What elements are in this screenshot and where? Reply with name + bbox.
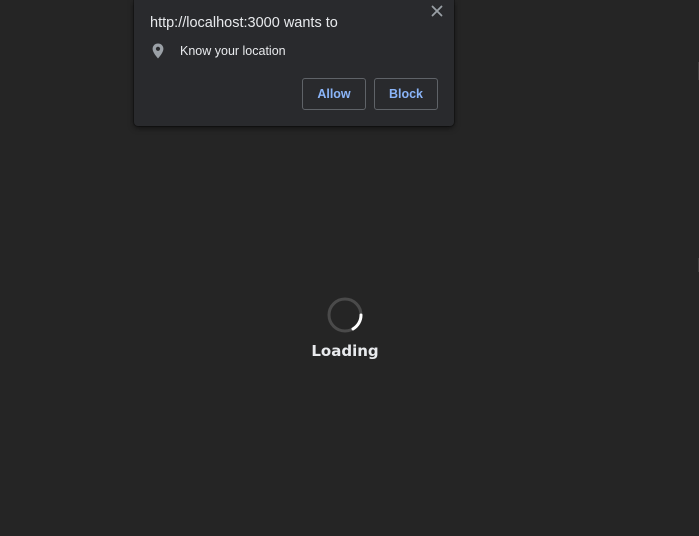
permission-popup: http://localhost:3000 wants to Know your… [134,0,454,126]
location-pin-icon [150,42,166,60]
allow-button[interactable]: Allow [302,78,366,110]
loading-indicator: Loading [300,296,390,360]
permission-row: Know your location [150,42,286,60]
popup-title: http://localhost:3000 wants to [150,15,338,31]
block-button[interactable]: Block [374,78,438,110]
permission-label: Know your location [180,44,286,58]
close-button[interactable] [428,2,446,20]
page: http://localhost:3000 wants to Know your… [0,0,699,536]
close-icon [431,5,443,17]
loading-label: Loading [311,342,379,360]
spinner-icon [327,297,363,333]
